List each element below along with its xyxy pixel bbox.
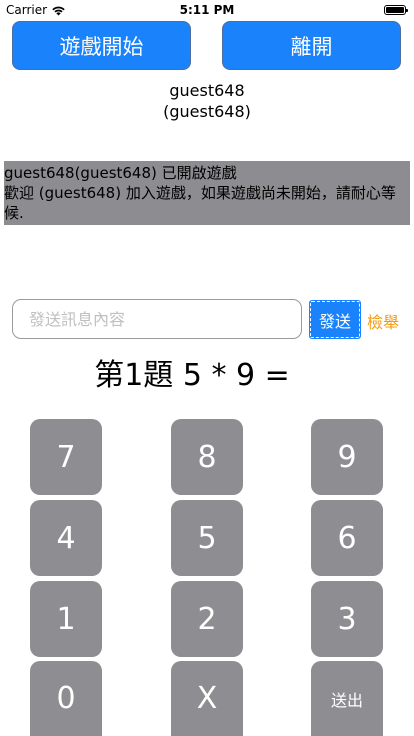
battery-icon <box>384 5 408 15</box>
user-nickname: (guest648) <box>163 102 251 121</box>
keypad-1[interactable]: 1 <box>30 581 102 657</box>
keypad-5[interactable]: 5 <box>171 500 243 576</box>
message-log: guest648(guest648) 已開啟遊戲 歡迎 (guest648) 加… <box>4 161 410 225</box>
keypad-9[interactable]: 9 <box>311 419 383 495</box>
keypad-6[interactable]: 6 <box>311 500 383 576</box>
keypad-submit[interactable]: 送出 <box>311 661 383 736</box>
keypad-0[interactable]: 0 <box>30 661 102 736</box>
keypad-4[interactable]: 4 <box>30 500 102 576</box>
message-input[interactable] <box>12 299 302 339</box>
keypad-8[interactable]: 8 <box>171 419 243 495</box>
keypad-clear[interactable]: X <box>171 661 243 736</box>
status-time: 5:11 PM <box>179 3 235 17</box>
keypad-3[interactable]: 3 <box>311 581 383 657</box>
message-line: guest648(guest648) 已開啟遊戲 <box>4 164 237 182</box>
start-game-button[interactable]: 遊戲開始 <box>12 21 191 70</box>
keypad-7[interactable]: 7 <box>30 419 102 495</box>
question-text: 第1題 5 * 9 = <box>94 358 290 393</box>
report-button[interactable]: 檢舉 <box>367 309 399 333</box>
keypad-2[interactable]: 2 <box>171 581 243 657</box>
leave-button[interactable]: 離開 <box>222 21 401 70</box>
send-button[interactable]: 發送 <box>309 300 361 339</box>
user-name: guest648 <box>169 81 245 100</box>
message-line: 歡迎 (guest648) 加入遊戲，如果遊戲尚未開始，請耐心等候. <box>4 184 396 222</box>
status-bar: Carrier 5:11 PM <box>0 0 414 20</box>
